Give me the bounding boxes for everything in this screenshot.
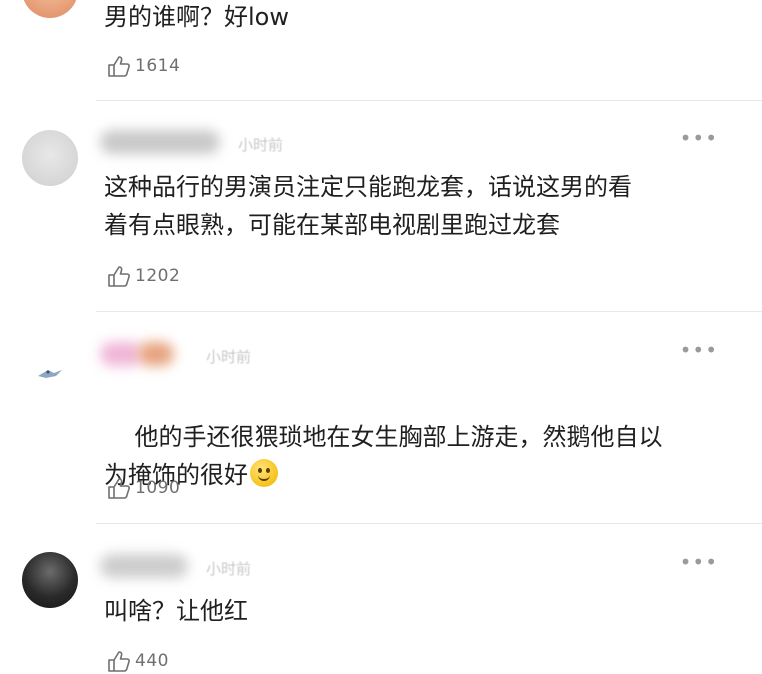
more-options-button[interactable]: ••• [680,338,718,362]
like-button[interactable]: 1090 [106,475,180,501]
like-count: 1614 [135,56,181,76]
comment-item: 小时前 ••• 叫啥？让他红 440 [0,544,762,672]
divider [96,100,762,101]
comment-item: 小时前 ••• 这种品行的男演员注定只能跑龙套，话说这男的看 着有点眼熟，可能在… [0,120,762,310]
like-button[interactable]: 1202 [106,263,180,289]
thumbs-up-icon [108,478,130,499]
username-blurred[interactable] [138,342,174,366]
comment-item: 男的谁啊？好low 1614 [0,0,762,100]
username-blurred[interactable] [100,342,142,366]
thumbs-up-icon [108,266,130,287]
comment-text: 男的谁啊？好low [104,3,289,31]
timestamp: 小时前 [206,560,252,578]
thumbs-up-icon [108,56,130,77]
username-blurred[interactable] [100,130,220,154]
smile-emoji-icon [250,459,278,487]
divider [96,311,762,312]
bird-avatar-icon [38,370,62,378]
comment-item: 小时前 ••• 他的手还很猥琐地在女生胸部上游走，然鹅他自以 为掩饰的很好 10… [0,332,762,522]
comment-text: 他的手还很猥琐地在女生胸部上游走，然鹅他自以 为掩饰的很好 [104,380,734,532]
avatar[interactable] [22,342,78,398]
avatar[interactable] [22,130,78,186]
like-count: 1090 [135,478,181,498]
like-count: 440 [135,651,169,671]
like-button[interactable]: 1614 [106,53,180,79]
like-count: 1202 [135,266,181,286]
comment-text: 叫啥？让他红 [104,597,248,625]
more-options-button[interactable]: ••• [680,550,718,574]
avatar[interactable] [22,552,78,608]
like-button[interactable]: 440 [106,648,169,674]
more-options-button[interactable]: ••• [680,126,718,150]
timestamp: 小时前 [206,348,252,366]
divider [96,523,762,524]
comment-text-body: 他的手还很猥琐地在女生胸部上游走，然鹅他自以 为掩饰的很好 [104,423,663,489]
thumbs-up-icon [108,651,130,672]
avatar[interactable] [22,0,78,18]
timestamp: 小时前 [238,136,284,154]
username-blurred[interactable] [100,554,188,578]
comment-text: 这种品行的男演员注定只能跑龙套，话说这男的看 着有点眼熟，可能在某部电视剧里跑过… [104,173,632,239]
